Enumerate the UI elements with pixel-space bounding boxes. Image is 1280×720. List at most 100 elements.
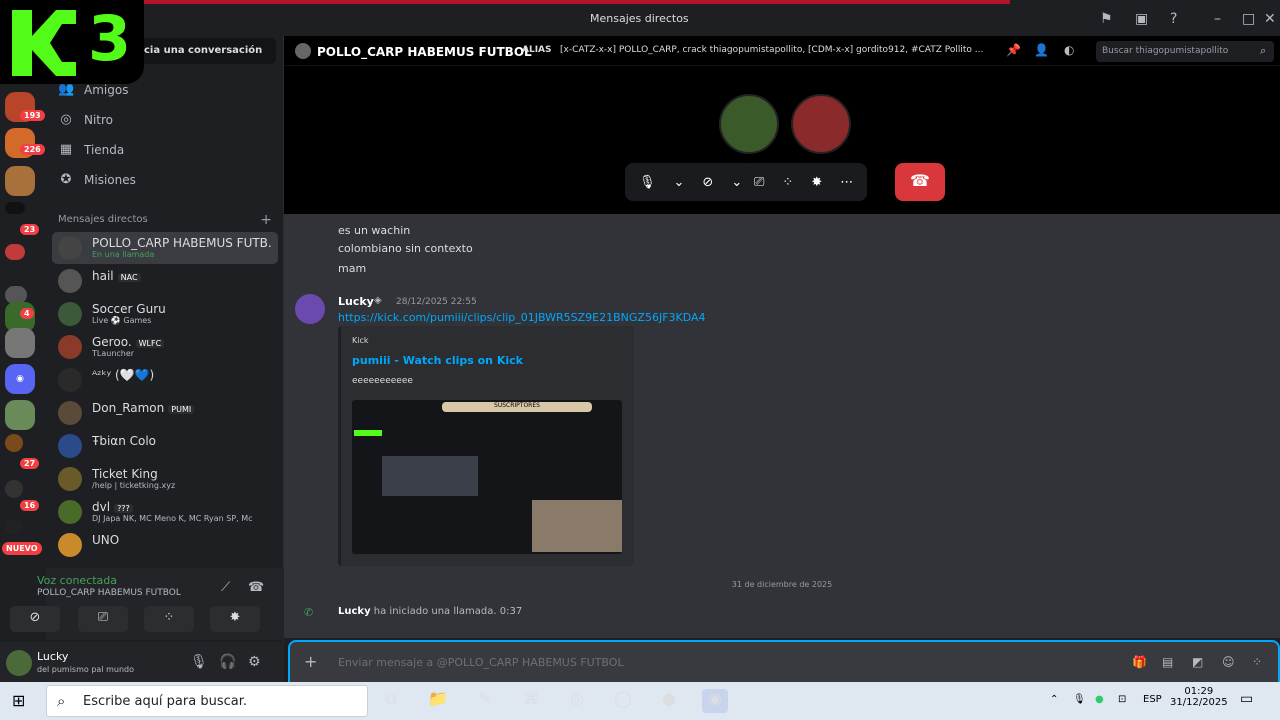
chevron-down-icon[interactable]: ⌄: [674, 175, 685, 190]
server-icon[interactable]: [5, 480, 23, 498]
pin-icon[interactable]: 📌: [1006, 43, 1021, 57]
dm-status: /help | ticketking.xyz: [92, 481, 176, 490]
gift-icon[interactable]: 🎁: [1132, 655, 1147, 669]
nav-nitro[interactable]: ◎ Nitro: [58, 112, 113, 127]
folder-icon[interactable]: 📁: [425, 689, 451, 713]
windows-start-icon[interactable]: ⊞: [12, 691, 25, 710]
more-icon[interactable]: ⋯: [840, 175, 853, 190]
window-title: Mensajes directos: [590, 12, 689, 25]
gif-icon[interactable]: ▤: [1162, 655, 1173, 669]
minimize-icon[interactable]: –: [1214, 11, 1221, 27]
emoji-icon[interactable]: ☺: [1222, 655, 1235, 669]
sticker-icon[interactable]: ◩: [1192, 655, 1203, 669]
add-attachment-icon[interactable]: +: [304, 652, 317, 671]
server-icon[interactable]: [5, 400, 35, 430]
message-author[interactable]: Lucky: [338, 295, 374, 308]
status-icon[interactable]: ●: [1095, 694, 1104, 705]
server-icon[interactable]: [5, 244, 25, 260]
call-participant-avatar[interactable]: [791, 94, 851, 154]
day-divider: 31 de diciembre de 2025: [731, 580, 833, 589]
pen-icon[interactable]: ✎: [472, 689, 498, 713]
discord-icon[interactable]: ◉: [702, 689, 728, 713]
clock-date: 31/12/2025: [1170, 697, 1228, 708]
app-icon[interactable]: ●: [656, 689, 682, 713]
network-icon[interactable]: ⊡: [1118, 694, 1126, 705]
screenshare-icon[interactable]: ⎚: [754, 175, 764, 190]
create-dm-icon[interactable]: +: [260, 212, 272, 228]
add-friends-icon[interactable]: 👤: [1034, 43, 1049, 57]
call-participant-avatar[interactable]: [719, 94, 779, 154]
noise-suppression-icon[interactable]: ⟋: [221, 580, 230, 595]
disconnect-icon[interactable]: ☎: [248, 580, 264, 595]
camera-off-icon[interactable]: ⊘: [702, 175, 713, 190]
dm-name-text: Geroo.: [92, 335, 132, 349]
search-input[interactable]: Buscar thiagopumistapollito: [1096, 41, 1274, 62]
badge-icon: ◈: [374, 295, 382, 306]
camera-button[interactable]: ⊘: [10, 606, 60, 632]
dm-item[interactable]: UNO: [52, 529, 278, 561]
soundboard-icon: ✸: [229, 610, 241, 625]
close-icon[interactable]: ✕: [1264, 11, 1276, 27]
inbox-icon[interactable]: ⚑: [1100, 11, 1113, 27]
maximize-icon[interactable]: □: [1242, 11, 1255, 27]
soundboard-button[interactable]: ✸: [210, 606, 260, 632]
dm-item[interactable]: hail NAC: [52, 265, 278, 297]
microphone-icon[interactable]: 🎙: [190, 654, 208, 670]
dm-item[interactable]: ᴬᶻᵏʸ (🤍💙): [52, 364, 278, 396]
profile-icon[interactable]: ◐: [1064, 43, 1074, 57]
server-icon[interactable]: [5, 166, 35, 196]
screenshare-button[interactable]: ⎚: [78, 606, 128, 632]
chrome-icon[interactable]: ◎: [564, 689, 590, 713]
taskbar-search-input[interactable]: ⌕ Escribe aquí para buscar.: [46, 685, 368, 717]
chat-header: POLLO_CARP HABEMUS FUTBOL ALIAS [x-CATZ-…: [284, 36, 1280, 66]
dm-item[interactable]: Ticket King/help | ticketking.xyz: [52, 463, 278, 495]
help-icon[interactable]: ?: [1170, 11, 1177, 27]
clock[interactable]: 01:29 31/12/2025: [1170, 686, 1228, 708]
dm-item[interactable]: Don_Ramon PUMI: [52, 397, 278, 429]
voice-channel[interactable]: POLLO_CARP HABEMUS FUTBOL: [37, 588, 181, 598]
hang-up-button[interactable]: ☎: [895, 163, 945, 201]
task-view-icon[interactable]: ⧉: [378, 689, 404, 713]
activities-icon[interactable]: ⁘: [782, 175, 793, 190]
server-icon[interactable]: [5, 520, 23, 534]
camera-off-icon: ⊘: [29, 610, 41, 625]
activities-button[interactable]: ⁘: [144, 606, 194, 632]
chevron-up-icon[interactable]: ⌃: [1050, 694, 1058, 705]
message-input[interactable]: Enviar mensaje a @POLLO_CARP HABEMUS FUT…: [338, 656, 624, 669]
notifications-icon[interactable]: ▭: [1240, 691, 1253, 707]
language-indicator[interactable]: ESP: [1143, 694, 1162, 705]
apps-icon[interactable]: ⁘: [1252, 655, 1262, 669]
dm-name: POLLO_CARP HABEMUS FUTB...: [92, 236, 272, 250]
message-link[interactable]: https://kick.com/pumiii/clips/clip_01JBW…: [338, 311, 706, 324]
avatar[interactable]: [6, 650, 32, 676]
thumbnail-detail: [382, 456, 478, 496]
server-icon[interactable]: [5, 202, 25, 214]
nav-shop[interactable]: ▦ Tienda: [58, 142, 124, 157]
system-author[interactable]: Lucky: [338, 606, 371, 617]
opera-icon[interactable]: ◯: [610, 689, 636, 713]
message-composer[interactable]: + Enviar mensaje a @POLLO_CARP HABEMUS F…: [288, 640, 1280, 684]
dm-item[interactable]: Geroo. WLFC TLauncher: [52, 331, 278, 363]
server-icon[interactable]: [5, 434, 23, 452]
new-badge[interactable]: NUEVO: [2, 542, 42, 555]
microphone-icon[interactable]: 🎙: [1073, 694, 1086, 705]
nav-quests[interactable]: ✪ Misiones: [58, 172, 136, 187]
dm-item[interactable]: Ŧbiαn Colo: [52, 430, 278, 462]
discord-icon[interactable]: ◉: [5, 364, 35, 394]
microphone-icon[interactable]: 🎙: [639, 175, 656, 190]
embed-thumbnail[interactable]: SUSCRIPTORES: [352, 400, 622, 554]
nav-label: Amigos: [84, 82, 129, 97]
dm-item[interactable]: dvl??? DJ Japa NK, MC Meno K, MC Ryan SP,…: [52, 496, 278, 528]
screen-icon[interactable]: ▣: [1135, 11, 1148, 27]
dm-item[interactable]: POLLO_CARP HABEMUS FUTB... En una llamada: [52, 232, 278, 264]
embed-title[interactable]: pumiii - Watch clips on Kick: [352, 354, 523, 367]
headphones-icon[interactable]: 🎧: [219, 654, 236, 670]
dm-item[interactable]: Soccer Guru Live ⚽ Games: [52, 298, 278, 330]
activities-icon: ⁘: [163, 610, 175, 625]
server-icon[interactable]: [5, 328, 35, 358]
code-editor-icon[interactable]: ⌘: [518, 689, 544, 713]
chat-title: POLLO_CARP HABEMUS FUTBOL: [317, 45, 532, 59]
gear-icon[interactable]: ⚙: [248, 654, 261, 670]
avatar[interactable]: [295, 294, 325, 324]
soundboard-icon[interactable]: ✸: [811, 175, 822, 190]
